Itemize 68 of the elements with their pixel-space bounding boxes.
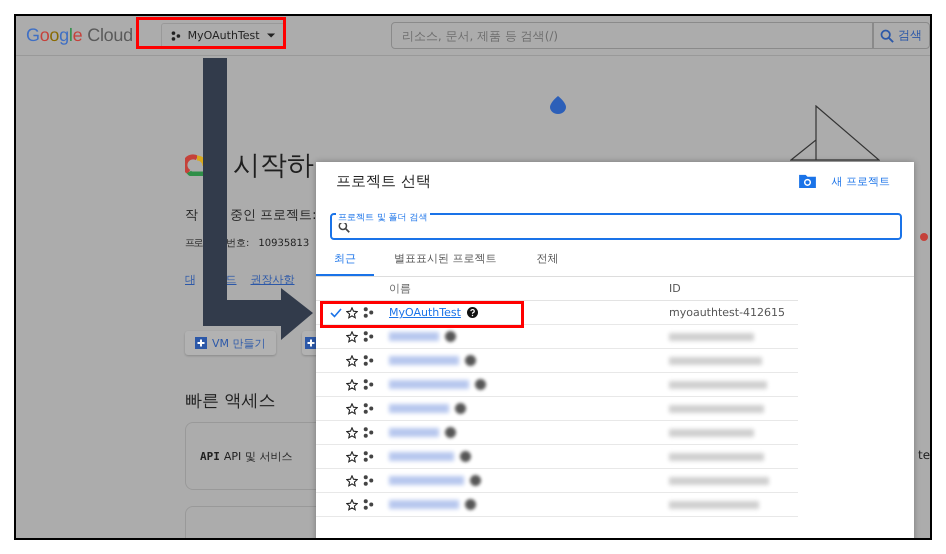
- help-icon: [466, 307, 478, 318]
- blurred-help-icon: [455, 403, 466, 414]
- search-icon: [880, 28, 894, 42]
- page-heading: 시작하: [233, 149, 314, 183]
- blurred-help-icon: [470, 475, 481, 486]
- folder-settings-icon: [798, 174, 816, 188]
- illustration-dot: [920, 233, 928, 241]
- blurred-help-icon: [445, 427, 456, 438]
- dashboard-link[interactable]: 드: [226, 272, 236, 287]
- api-icon: API: [200, 450, 220, 462]
- project-search-field[interactable]: 프로젝트 및 폴더 검색: [330, 213, 902, 240]
- star-icon[interactable]: [346, 450, 358, 462]
- star-icon[interactable]: [346, 498, 358, 510]
- project-number: 10935813: [258, 238, 310, 248]
- column-header: 이름: [389, 281, 412, 296]
- project-icon: [363, 331, 374, 342]
- project-icon: [363, 379, 374, 390]
- blurred-text: [389, 428, 439, 437]
- project-number-label: 프로: [185, 237, 202, 250]
- blurred-help-icon: [465, 499, 476, 510]
- star-icon[interactable]: [346, 306, 358, 318]
- tab[interactable]: 전체: [518, 242, 576, 276]
- project-icon: [363, 451, 374, 462]
- project-icon: [363, 499, 374, 510]
- blurred-help-icon: [475, 379, 486, 390]
- project-link[interactable]: MyOAuthTest: [389, 306, 461, 319]
- recommendations-link[interactable]: 권장사항: [250, 272, 294, 287]
- blurred-text: [389, 356, 459, 365]
- google-cloud-logo[interactable]: Google Cloud: [26, 25, 133, 46]
- project-id: myoauthtest-412615: [669, 306, 786, 319]
- project-icon: [363, 403, 374, 414]
- card-label: API 및 서비스: [224, 448, 292, 464]
- column-header: ID: [669, 282, 681, 295]
- section-title: 빠른 액세스: [185, 390, 276, 412]
- new-project-link[interactable]: 새 프로젝트: [832, 174, 890, 188]
- card-label: te: [918, 448, 930, 462]
- working-project-label: 중인 프로젝트:: [230, 207, 317, 224]
- project-icon: [363, 307, 374, 318]
- blurred-text: [389, 404, 449, 413]
- create-vm-button[interactable]: VM 만들기: [185, 331, 276, 355]
- plus-icon: [195, 337, 207, 349]
- star-icon[interactable]: [346, 426, 358, 438]
- blurred-help-icon: [460, 451, 471, 462]
- blurred-help-icon: [445, 331, 456, 342]
- star-icon[interactable]: [346, 330, 358, 342]
- search-icon: [338, 220, 350, 232]
- project-picker-button[interactable]: MyOAuthTest: [160, 22, 285, 48]
- project-number-label: 번호:: [226, 237, 250, 250]
- search-button[interactable]: 검색: [872, 22, 930, 49]
- caret-icon: [266, 33, 275, 38]
- blurred-text: [389, 500, 459, 509]
- blurred-text: [389, 332, 439, 341]
- star-icon[interactable]: [346, 402, 358, 414]
- project-icon: [170, 30, 181, 42]
- star-icon[interactable]: [346, 354, 358, 366]
- dashboard-link[interactable]: 대: [185, 272, 194, 287]
- working-project-label: 작: [185, 207, 199, 224]
- star-icon[interactable]: [346, 474, 358, 486]
- tab[interactable]: 별표표시된 프로젝트: [374, 242, 518, 276]
- project-icon: [363, 355, 374, 366]
- project-icon: [363, 427, 374, 438]
- search-field[interactable]: 리소스, 문서, 제품 등 검색(/): [390, 22, 873, 49]
- blurred-text: [389, 452, 454, 461]
- dialog-title: 프로젝트 선택: [336, 172, 431, 190]
- tab[interactable]: 최근: [316, 242, 374, 276]
- project-icon: [363, 475, 374, 486]
- blurred-help-icon: [465, 355, 476, 366]
- star-icon[interactable]: [346, 378, 358, 390]
